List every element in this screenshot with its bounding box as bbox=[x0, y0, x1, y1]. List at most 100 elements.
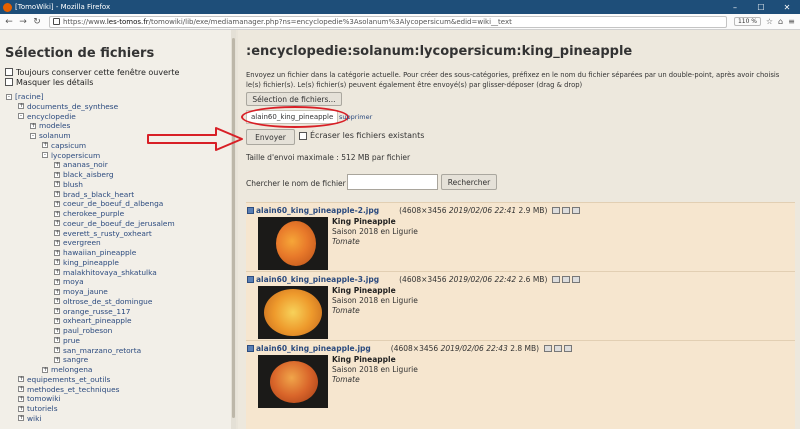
tree-item[interactable]: + oxheart_pineapple bbox=[54, 316, 132, 325]
tree-item-label[interactable]: equipements_et_outils bbox=[27, 375, 110, 384]
tree-item[interactable]: + hawaiian_pineapple bbox=[54, 248, 136, 257]
keep-open-option[interactable]: Toujours conserver cette fenêtre ouverte bbox=[5, 67, 235, 77]
tree-item-label[interactable]: ananas_noir bbox=[63, 160, 108, 169]
tree-item[interactable]: - lycopersicum bbox=[42, 151, 100, 160]
link-icon[interactable] bbox=[554, 345, 563, 352]
tree-item-label[interactable]: moya_jaune bbox=[63, 287, 108, 296]
expand-icon[interactable]: + bbox=[54, 356, 60, 363]
expand-icon[interactable]: + bbox=[18, 386, 24, 393]
expand-icon[interactable]: + bbox=[54, 191, 60, 198]
expand-icon[interactable]: + bbox=[54, 171, 60, 178]
tree-item-label[interactable]: modeles bbox=[39, 121, 70, 130]
tree-item[interactable]: + blush bbox=[54, 180, 83, 189]
expand-icon[interactable]: + bbox=[18, 395, 24, 402]
collapse-icon[interactable]: - bbox=[6, 93, 12, 100]
zoom-level[interactable]: 110 % bbox=[733, 17, 761, 26]
expand-icon[interactable]: + bbox=[18, 103, 24, 110]
expand-icon[interactable]: + bbox=[42, 142, 48, 149]
collapse-icon[interactable]: - bbox=[18, 113, 24, 120]
delete-icon[interactable] bbox=[572, 276, 581, 283]
tree-item[interactable]: + ananas_noir bbox=[54, 160, 108, 169]
reload-icon[interactable]: ↻ bbox=[31, 16, 43, 28]
tree-item-label[interactable]: evergreen bbox=[63, 238, 101, 247]
tree-item-label[interactable]: moya bbox=[63, 277, 84, 286]
send-button[interactable]: Envoyer bbox=[246, 129, 295, 145]
expand-icon[interactable]: + bbox=[54, 269, 60, 276]
tree-item-label[interactable]: black_aisberg bbox=[63, 170, 114, 179]
overwrite-option[interactable]: Écraser les fichiers existants bbox=[299, 131, 424, 140]
maximize-icon[interactable]: ☐ bbox=[748, 0, 774, 14]
tree-item[interactable]: + everett_s_rusty_oxheart bbox=[54, 229, 152, 238]
expand-icon[interactable]: + bbox=[54, 230, 60, 237]
tree-item[interactable]: + wiki bbox=[18, 414, 41, 423]
tree-item[interactable]: + tomowiki bbox=[18, 394, 61, 403]
tomato-thumbnail[interactable] bbox=[258, 286, 328, 339]
file-name-link[interactable]: alain60_king_pineapple.jpg bbox=[256, 344, 371, 353]
tree-item-label[interactable]: coeur_de_boeuf_de_jerusalem bbox=[63, 219, 175, 228]
expand-icon[interactable]: + bbox=[54, 220, 60, 227]
tree-item[interactable]: + black_aisberg bbox=[54, 170, 114, 179]
tree-item[interactable]: - encyclopedie bbox=[18, 112, 76, 121]
expand-icon[interactable]: + bbox=[18, 415, 24, 422]
file-name-link[interactable]: alain60_king_pineapple-3.jpg bbox=[256, 275, 379, 284]
delete-selected-link[interactable]: supprimer bbox=[339, 113, 372, 121]
hide-details-option[interactable]: Masquer les détails bbox=[5, 77, 235, 87]
tree-item[interactable]: + evergreen bbox=[54, 238, 101, 247]
tree-item-label[interactable]: solanum bbox=[39, 131, 71, 140]
tree-item-label[interactable]: documents_de_synthese bbox=[27, 102, 118, 111]
tree-item-label[interactable]: oxheart_pineapple bbox=[63, 316, 132, 325]
tree-item[interactable]: + paul_robeson bbox=[54, 326, 112, 335]
tree-item-label[interactable]: malakhitovaya_shkatulka bbox=[63, 268, 157, 277]
tree-item[interactable]: + malakhitovaya_shkatulka bbox=[54, 268, 157, 277]
expand-icon[interactable]: + bbox=[54, 181, 60, 188]
tree-item-label[interactable]: paul_robeson bbox=[63, 326, 112, 335]
forward-icon[interactable]: → bbox=[17, 16, 29, 28]
tree-item[interactable]: + methodes_et_techniques bbox=[18, 385, 119, 394]
tree-item-label[interactable]: blush bbox=[63, 180, 83, 189]
tree-item-label[interactable]: sangre bbox=[63, 355, 88, 364]
back-icon[interactable]: ← bbox=[3, 16, 15, 28]
tree-item-label[interactable]: wiki bbox=[27, 414, 41, 423]
tree-item-label[interactable]: methodes_et_techniques bbox=[27, 385, 119, 394]
tree-item-label[interactable]: oltrose_de_st_domingue bbox=[63, 297, 152, 306]
expand-icon[interactable]: + bbox=[54, 298, 60, 305]
magnifier-icon[interactable] bbox=[544, 345, 553, 352]
expand-icon[interactable]: + bbox=[54, 200, 60, 207]
tree-item[interactable]: + oltrose_de_st_domingue bbox=[54, 297, 152, 306]
tree-item[interactable]: + king_pineapple bbox=[54, 258, 119, 267]
tree-item-label[interactable]: [racine] bbox=[15, 92, 44, 101]
tree-item-label[interactable]: melongena bbox=[51, 365, 92, 374]
tree-item-label[interactable]: orange_russe_117 bbox=[63, 307, 130, 316]
tree-item[interactable]: - solanum bbox=[30, 131, 71, 140]
close-icon[interactable]: ✕ bbox=[774, 0, 800, 14]
tree-item[interactable]: + cherokee_purple bbox=[54, 209, 124, 218]
tree-item[interactable]: + capsicum bbox=[42, 141, 86, 150]
scrollbar-thumb[interactable] bbox=[232, 38, 235, 418]
delete-icon[interactable] bbox=[572, 207, 581, 214]
expand-icon[interactable]: + bbox=[18, 376, 24, 383]
expand-icon[interactable]: + bbox=[54, 317, 60, 324]
minimize-icon[interactable]: – bbox=[722, 0, 748, 14]
tree-item-label[interactable]: encyclopedie bbox=[27, 112, 76, 121]
tree-item[interactable]: + coeur_de_boeuf_de_jerusalem bbox=[54, 219, 175, 228]
search-button[interactable]: Rechercher bbox=[441, 174, 497, 190]
expand-icon[interactable]: + bbox=[54, 347, 60, 354]
delete-icon[interactable] bbox=[564, 345, 573, 352]
expand-icon[interactable]: + bbox=[54, 327, 60, 334]
overwrite-checkbox[interactable] bbox=[299, 131, 307, 140]
magnifier-icon[interactable] bbox=[552, 276, 561, 283]
tree-item-label[interactable]: brad_s_black_heart bbox=[63, 190, 134, 199]
expand-icon[interactable]: + bbox=[54, 259, 60, 266]
collapse-icon[interactable]: - bbox=[42, 152, 48, 159]
tree-item[interactable]: + coeur_de_boeuf_d_albenga bbox=[54, 199, 163, 208]
expand-icon[interactable]: + bbox=[54, 210, 60, 217]
tree-item[interactable]: + moya bbox=[54, 277, 84, 286]
sidebar-scrollbar[interactable] bbox=[231, 30, 236, 429]
tree-item[interactable]: + san_marzano_retorta bbox=[54, 346, 141, 355]
tree-item[interactable]: + documents_de_synthese bbox=[18, 102, 118, 111]
expand-icon[interactable]: + bbox=[18, 405, 24, 412]
tomato-thumbnail[interactable] bbox=[258, 355, 328, 408]
expand-icon[interactable]: + bbox=[54, 278, 60, 285]
expand-icon[interactable]: + bbox=[54, 249, 60, 256]
tree-item-label[interactable]: everett_s_rusty_oxheart bbox=[63, 229, 152, 238]
